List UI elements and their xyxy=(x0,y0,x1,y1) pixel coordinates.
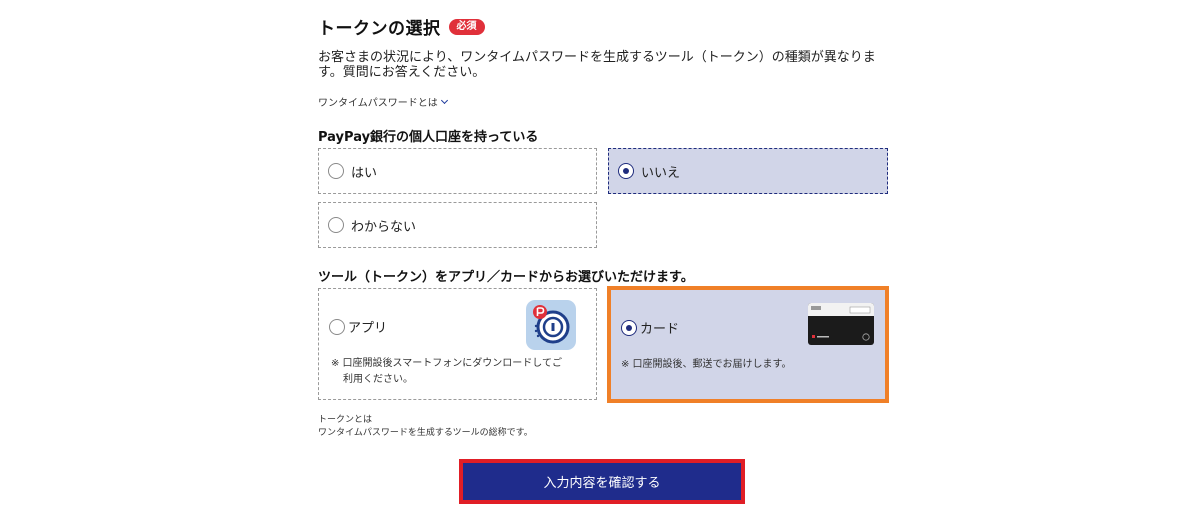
account-option-unknown[interactable]: わからない xyxy=(318,202,597,248)
app-note-line-1: ※ 口座開設後スマートフォンにダウンロードしてご xyxy=(331,358,562,369)
token-footnote: トークンとは ワンタイムパスワードを生成するツールの総称です。 xyxy=(318,414,533,440)
app-note-line-2: 利用ください。 xyxy=(343,374,413,385)
otp-info-toggle[interactable]: ワンタイムパスワードとは xyxy=(318,94,448,109)
account-option-no[interactable]: いいえ xyxy=(608,148,888,194)
question-account-label: PayPay銀行の個人口座を持っている xyxy=(318,130,539,145)
token-card-image xyxy=(808,303,874,345)
radio-button[interactable] xyxy=(328,163,344,179)
option-label: わからない xyxy=(351,219,417,235)
paypay-token-app-icon xyxy=(526,300,576,350)
radio-button[interactable] xyxy=(329,318,345,335)
description-line-2: す。質問にお答えください。 xyxy=(318,65,486,80)
description-line-1: お客さまの状況により、ワンタイムパスワードを生成するツール（トークン）の種類が異… xyxy=(318,50,876,65)
confirm-input-button[interactable]: 入力内容を確認する xyxy=(463,463,741,500)
footnote-line-2: ワンタイムパスワードを生成するツールの総称です。 xyxy=(318,428,533,438)
chevron-down-icon xyxy=(440,96,448,104)
account-option-yes[interactable]: はい xyxy=(318,148,597,194)
app-option-note: ※ 口座開設後スマートフォンにダウンロードしてご 利用ください。 xyxy=(331,356,562,388)
required-badge: 必須 xyxy=(448,18,485,35)
card-option-note: ※ 口座開設後、郵送でお届けします。 xyxy=(621,359,792,370)
option-label: はい xyxy=(351,165,378,181)
option-label: カード xyxy=(640,322,680,337)
otp-info-label: ワンタイムパスワードとは xyxy=(318,98,438,109)
token-option-app[interactable]: アプリ ※ 口座開設後スマートフォンにダウンロードしてご 利用ください。 xyxy=(318,288,597,400)
submit-highlight-frame: 入力内容を確認する xyxy=(459,459,745,504)
token-option-card[interactable]: カード ※ 口座開設後、郵送でお届けします。 xyxy=(607,286,889,403)
footnote-line-1: トークンとは xyxy=(318,415,373,425)
section-header: トークンの選択 必須 xyxy=(318,14,485,39)
option-label: いいえ xyxy=(641,165,681,181)
radio-button[interactable] xyxy=(328,217,344,233)
radio-button[interactable] xyxy=(618,163,634,179)
section-description: お客さまの状況により、ワンタイムパスワードを生成するツール（トークン）の種類が異… xyxy=(318,50,888,80)
option-label: アプリ xyxy=(348,321,388,336)
radio-button[interactable] xyxy=(621,319,637,336)
section-title: トークンの選択 xyxy=(318,19,441,39)
question-token-label: ツール（トークン）をアプリ／カードからお選びいただけます。 xyxy=(318,270,694,285)
